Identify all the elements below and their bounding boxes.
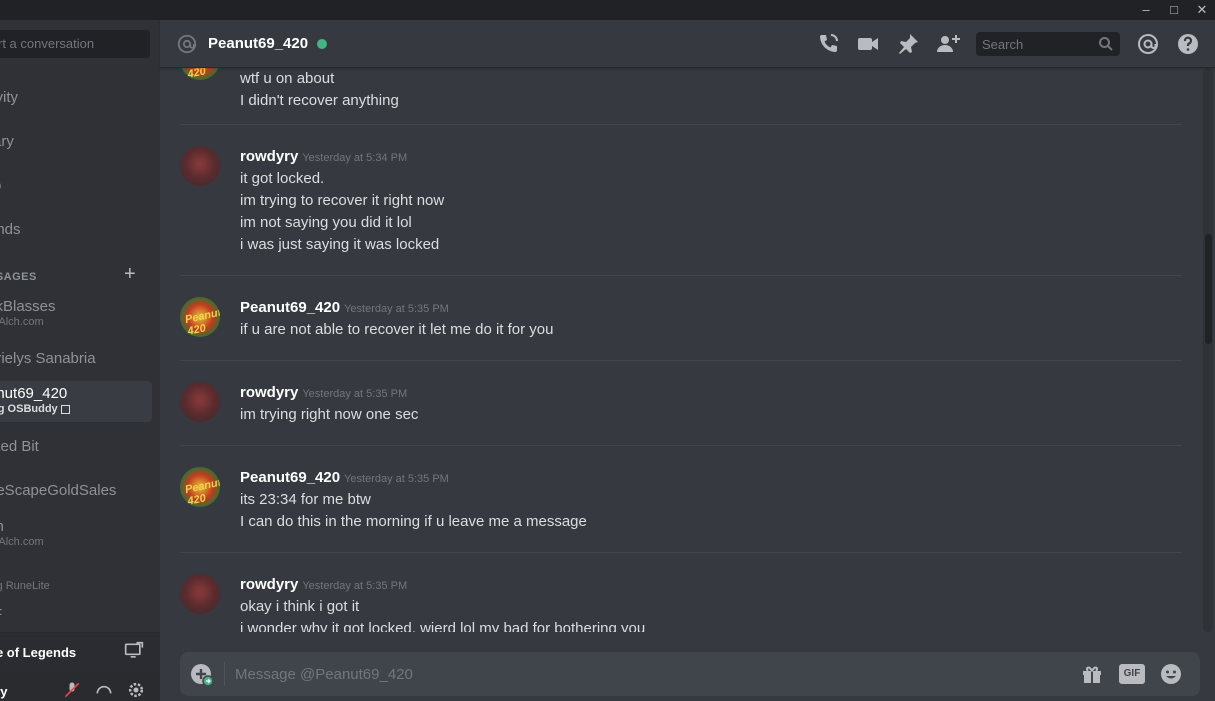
message-text: its 23:34 for me btw xyxy=(240,491,371,508)
close-button[interactable]: ✕ xyxy=(1188,0,1215,20)
search-input[interactable]: Search xyxy=(976,32,1120,56)
message-timestamp: Yesterday at 5:34 PM xyxy=(302,152,408,164)
rich-presence-icon xyxy=(60,404,70,414)
dm-sidebar: rt a conversation tivity rary ro ends SS… xyxy=(0,20,160,701)
dm-name: ckBlasses xyxy=(0,298,56,315)
settings-gear-icon[interactable] xyxy=(126,680,146,700)
dm-name: -F xyxy=(0,606,152,623)
find-conversation-input[interactable]: rt a conversation xyxy=(0,30,150,58)
message-input[interactable] xyxy=(235,663,1055,685)
pinned-messages-icon[interactable] xyxy=(896,32,920,56)
headphones-icon[interactable] xyxy=(94,680,114,700)
now-playing-bar: ue of Legends xyxy=(0,632,160,672)
message-timestamp: Yesterday at 5:35 PM xyxy=(302,388,408,400)
nav-activity[interactable]: tivity xyxy=(0,89,18,106)
mentions-icon[interactable] xyxy=(1136,32,1160,56)
message-author[interactable]: rowdyry xyxy=(240,384,298,401)
user-panel: yry xyxy=(0,672,160,701)
help-icon[interactable] xyxy=(1176,32,1200,56)
mute-microphone-icon[interactable] xyxy=(62,680,82,700)
message-text: im trying right now one sec xyxy=(240,406,419,423)
dm-item[interactable]: neScapeGoldSales xyxy=(0,482,152,499)
window-titlebar: – □ ✕ xyxy=(0,0,1215,20)
message-author[interactable]: Peanut69_420 xyxy=(240,299,340,316)
dm-name: brielys Sanabria xyxy=(0,350,96,367)
message-text: I can do this in the morning if u leave … xyxy=(240,513,587,530)
discord-app: – □ ✕ rt a conversation tivity rary ro e… xyxy=(0,0,1215,701)
scrollbar-track[interactable] xyxy=(1203,68,1213,632)
user-avatar[interactable] xyxy=(180,574,220,614)
create-dm-button[interactable]: + xyxy=(124,263,136,286)
dm-item[interactable]: rked Bit xyxy=(0,438,152,455)
nav-library[interactable]: rary xyxy=(0,133,14,150)
dm-item[interactable]: D ing RuneLite xyxy=(0,562,152,592)
user-avatar[interactable] xyxy=(180,382,220,422)
dm-name: D xyxy=(0,562,152,579)
nav-friends[interactable]: ends xyxy=(0,221,21,238)
message-text: I didn't recover anything xyxy=(240,92,399,109)
message-divider xyxy=(180,552,1182,553)
message-timestamp: Yesterday at 5:35 PM xyxy=(302,580,408,592)
message-author[interactable]: Peanut69_420 xyxy=(240,469,340,486)
message-text: im trying to recover it right now xyxy=(240,192,445,209)
go-live-icon[interactable] xyxy=(124,641,144,661)
maximize-button[interactable]: □ xyxy=(1160,0,1188,20)
search-placeholder: Search xyxy=(982,37,1024,52)
channel-title: Peanut69_420 xyxy=(208,35,309,52)
message-text: i was just saying it was locked xyxy=(240,236,440,253)
gift-icon[interactable] xyxy=(1080,662,1104,686)
message-text: im not saying you did it lol xyxy=(240,214,412,231)
user-avatar[interactable]: Peanut69 420 xyxy=(180,68,220,80)
message-timestamp: Yesterday at 5:35 PM xyxy=(344,473,449,485)
user-avatar[interactable]: Peanut69 420 xyxy=(180,297,220,337)
nav-nitro[interactable]: ro xyxy=(0,177,1,194)
online-status-dot xyxy=(317,39,327,49)
dm-item[interactable]: -F xyxy=(0,606,152,623)
message-text: i wonder why it got locked, wierd lol my… xyxy=(240,620,646,632)
message-list: Peanut69 420 wtf u on about I didn't rec… xyxy=(160,68,1200,632)
message-divider xyxy=(180,360,1182,361)
message-divider xyxy=(180,445,1182,446)
message-author[interactable]: rowdyry xyxy=(240,576,298,593)
message-text: wtf u on about xyxy=(240,70,335,87)
dm-name: rked Bit xyxy=(0,438,39,455)
message-divider xyxy=(180,275,1182,276)
message-divider xyxy=(180,124,1182,125)
gif-picker-button[interactable]: GIF xyxy=(1119,664,1145,684)
user-avatar[interactable] xyxy=(180,146,220,186)
dm-item[interactable]: ckBlasses w.Alch.com xyxy=(0,298,152,328)
message-text: if u are not able to recover it let me d… xyxy=(240,321,554,338)
direct-messages-header: SSAGES xyxy=(0,271,37,283)
game-name: ue of Legends xyxy=(0,645,77,660)
message-composer: GIF xyxy=(180,652,1200,696)
dm-status: w.Alch.com xyxy=(0,316,44,328)
start-voice-call-icon[interactable] xyxy=(816,32,840,56)
channel-header: Peanut69_420 Search xyxy=(160,20,1215,68)
message-text: it got locked. xyxy=(240,170,325,187)
message-author[interactable]: rowdyry xyxy=(240,148,298,165)
at-sign-icon xyxy=(177,34,197,54)
dm-name: neScapeGoldSales xyxy=(0,482,117,499)
dm-item-selected[interactable]: anut69_420 ing OSBuddy xyxy=(0,381,152,422)
dm-name: ch xyxy=(0,518,152,535)
dm-status: w.Alch.com xyxy=(0,536,44,548)
minimize-button[interactable]: – xyxy=(1132,0,1160,20)
message-text: okay i think i got it xyxy=(240,598,360,615)
user-avatar[interactable]: Peanut69 420 xyxy=(180,467,220,507)
add-friends-to-dm-icon[interactable] xyxy=(936,32,960,56)
scrollbar-thumb[interactable] xyxy=(1205,234,1212,344)
message-timestamp: Yesterday at 5:35 PM xyxy=(344,303,449,315)
composer-separator xyxy=(224,662,225,686)
emoji-picker-icon[interactable] xyxy=(1159,662,1183,686)
search-icon xyxy=(1099,37,1113,51)
dm-status: ing OSBuddy xyxy=(0,403,152,415)
upload-plus-icon[interactable] xyxy=(190,663,214,687)
username: yry xyxy=(0,684,8,699)
dm-name: anut69_420 xyxy=(0,385,68,402)
start-video-call-icon[interactable] xyxy=(856,32,880,56)
dm-status: ing RuneLite xyxy=(0,580,50,592)
dm-item[interactable]: ch w.Alch.com xyxy=(0,518,152,548)
dm-item[interactable]: brielys Sanabria xyxy=(0,350,152,367)
